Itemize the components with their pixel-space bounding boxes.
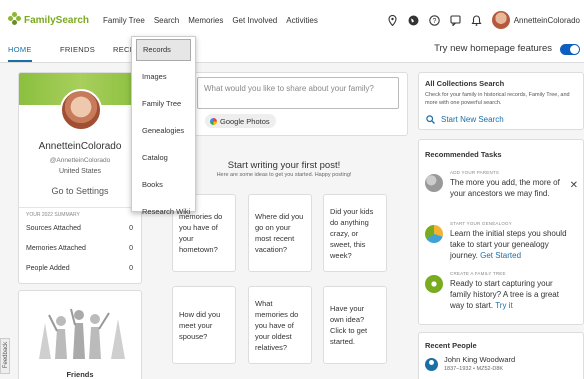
tab-bar: HOME FRIENDS RECEI Try new homepage feat… [0, 40, 584, 63]
google-photos-icon [210, 117, 217, 125]
person-icon [425, 358, 438, 371]
recent-person-item[interactable]: John King Woodward 1837–1932 • MZ52-D8K [425, 355, 515, 372]
recommended-tasks-card: Recommended Tasks ADD YOUR PARENTS The m… [418, 139, 584, 325]
summary-row: Sources Attached 0 [26, 225, 133, 237]
recent-person-dates: 1837–1932 • MZ52-D8K [444, 366, 504, 372]
dropdown-item-research-wiki[interactable]: Research Wiki [132, 198, 195, 225]
google-photos-button[interactable]: Google Photos [205, 114, 276, 128]
feedback-tab[interactable]: Feedback [0, 338, 10, 374]
help-icon[interactable]: ? [429, 14, 441, 26]
recent-person-name: John King Woodward [444, 355, 516, 364]
prompt-text: Have your own idea? Click to get started… [330, 304, 368, 346]
post-input[interactable]: What would you like to share about your … [197, 77, 399, 109]
profile-card: AnnetteinColorado @AnnetteinColorado Uni… [18, 72, 142, 284]
location-pin-icon[interactable] [387, 14, 399, 26]
start-new-search-label: Start New Search [441, 115, 504, 124]
dropdown-item-genealogies[interactable]: Genealogies [132, 117, 195, 144]
start-writing-subtitle: Here are some ideas to get you started. … [216, 172, 352, 178]
post-composer: What would you like to share about your … [160, 72, 408, 136]
task-add-parents[interactable]: ADD YOUR PARENTS The more you add, the m… [425, 170, 583, 220]
summary-row: Memories Attached 0 [26, 245, 133, 257]
summary-heading: YOUR 2022 SUMMARY [26, 212, 80, 218]
svg-text:?: ? [433, 18, 437, 25]
new-features-toggle[interactable] [560, 44, 580, 55]
nav-memories[interactable]: Memories [188, 16, 223, 25]
top-navigation: FamilySearch Family Tree Search Memories… [0, 0, 584, 40]
summary-value: 0 [129, 225, 133, 232]
post-prompt-card[interactable]: How did you meet your spouse? [172, 286, 236, 364]
summary-label: Sources Attached [26, 225, 81, 232]
task-create-family-tree[interactable]: CREATE A FAMILY TREE Ready to start capt… [425, 271, 583, 321]
logo-text: FamilySearch [24, 14, 90, 26]
recent-people-title: Recent People [425, 341, 477, 350]
try-new-features-label: Try new homepage features [434, 43, 552, 54]
task-start-genealogy[interactable]: START YOUR GENEALOGY Learn the initial s… [425, 221, 583, 271]
friends-title: Friends [66, 370, 94, 379]
feedback-label: Feedback [3, 341, 9, 369]
task-text: Learn the initial steps you should take … [450, 228, 570, 261]
profile-handle: @AnnetteinColorado [49, 157, 111, 164]
post-prompt-card[interactable]: Have your own idea? Click to get started… [323, 286, 387, 364]
summary-label: People Added [26, 265, 70, 272]
globe-icon[interactable] [408, 14, 420, 26]
friends-card: Friends [18, 290, 142, 379]
family-tree-icon [425, 275, 443, 293]
all-collections-title: All Collections Search [425, 79, 505, 88]
try-it-link[interactable]: Try it [495, 301, 512, 310]
task-text: The more you add, the more of your ances… [450, 178, 560, 198]
summary-row: People Added 0 [26, 265, 133, 277]
start-new-search-link[interactable]: Start New Search [426, 115, 504, 124]
summary-label: Memories Attached [26, 245, 86, 252]
prompt-text: Did your kids do anything crazy, or swee… [330, 206, 374, 260]
task-label: START YOUR GENEALOGY [450, 221, 512, 226]
prompt-text: Where did you go on your most recent vac… [255, 212, 304, 254]
messages-icon[interactable] [450, 14, 462, 26]
search-icon [426, 115, 435, 124]
recommended-tasks-title: Recommended Tasks [425, 150, 502, 159]
summary-value: 0 [129, 245, 133, 252]
nav-get-involved[interactable]: Get Involved [232, 16, 277, 25]
profile-country: United States [58, 168, 102, 175]
summary-divider [19, 207, 141, 208]
task-text: Ready to start capturing your family his… [450, 278, 570, 311]
dropdown-item-images[interactable]: Images [132, 63, 195, 90]
tab-home[interactable]: HOME [8, 40, 32, 62]
task-label: ADD YOUR PARENTS [450, 170, 500, 175]
profile-name: AnnetteinColorado [38, 141, 122, 152]
nav-activities[interactable]: Activities [286, 16, 318, 25]
friends-illustration [39, 308, 125, 359]
summary-value: 0 [129, 265, 133, 272]
parents-icon [425, 174, 443, 192]
post-prompt-card[interactable]: What memories do you have of your oldest… [248, 286, 312, 364]
go-to-settings-link[interactable]: Go to Settings [19, 186, 141, 196]
familysearch-logo[interactable]: FamilySearch [8, 12, 89, 28]
post-prompt-card[interactable]: Where did you go on your most recent vac… [248, 194, 312, 272]
user-avatar[interactable] [491, 11, 510, 29]
genealogy-icon [425, 225, 443, 243]
tree-icon [8, 12, 22, 28]
get-started-link[interactable]: Get Started [480, 251, 521, 260]
dropdown-item-records[interactable]: Records [136, 39, 191, 61]
start-writing-title: Start writing your first post! [227, 160, 341, 171]
nav-family-tree[interactable]: Family Tree [103, 16, 145, 25]
profile-avatar[interactable] [60, 89, 102, 131]
search-dropdown-menu: Records Images Family Tree Genealogies C… [131, 36, 196, 216]
dropdown-item-books[interactable]: Books [132, 171, 195, 198]
prompt-text: How did you meet your spouse? [179, 309, 221, 341]
dropdown-item-family-tree[interactable]: Family Tree [132, 90, 195, 117]
google-photos-label: Google Photos [220, 116, 270, 126]
all-collections-card: All Collections Search Check for your fa… [418, 72, 584, 130]
close-icon[interactable]: ✕ [570, 180, 578, 191]
task-label: CREATE A FAMILY TREE [450, 271, 506, 276]
all-collections-description: Check for your family in historical reco… [425, 92, 570, 106]
nav-search[interactable]: Search [154, 16, 179, 25]
tab-friends[interactable]: FRIENDS [60, 40, 95, 62]
nav-username[interactable]: AnnetteinColorado [514, 16, 580, 25]
dropdown-item-catalog[interactable]: Catalog [132, 144, 195, 171]
recent-people-card: Recent People John King Woodward 1837–19… [418, 332, 584, 379]
bell-icon[interactable] [471, 14, 483, 26]
prompt-text: What memories do you have of your oldest… [255, 298, 299, 352]
post-prompt-card[interactable]: Did your kids do anything crazy, or swee… [323, 194, 387, 272]
